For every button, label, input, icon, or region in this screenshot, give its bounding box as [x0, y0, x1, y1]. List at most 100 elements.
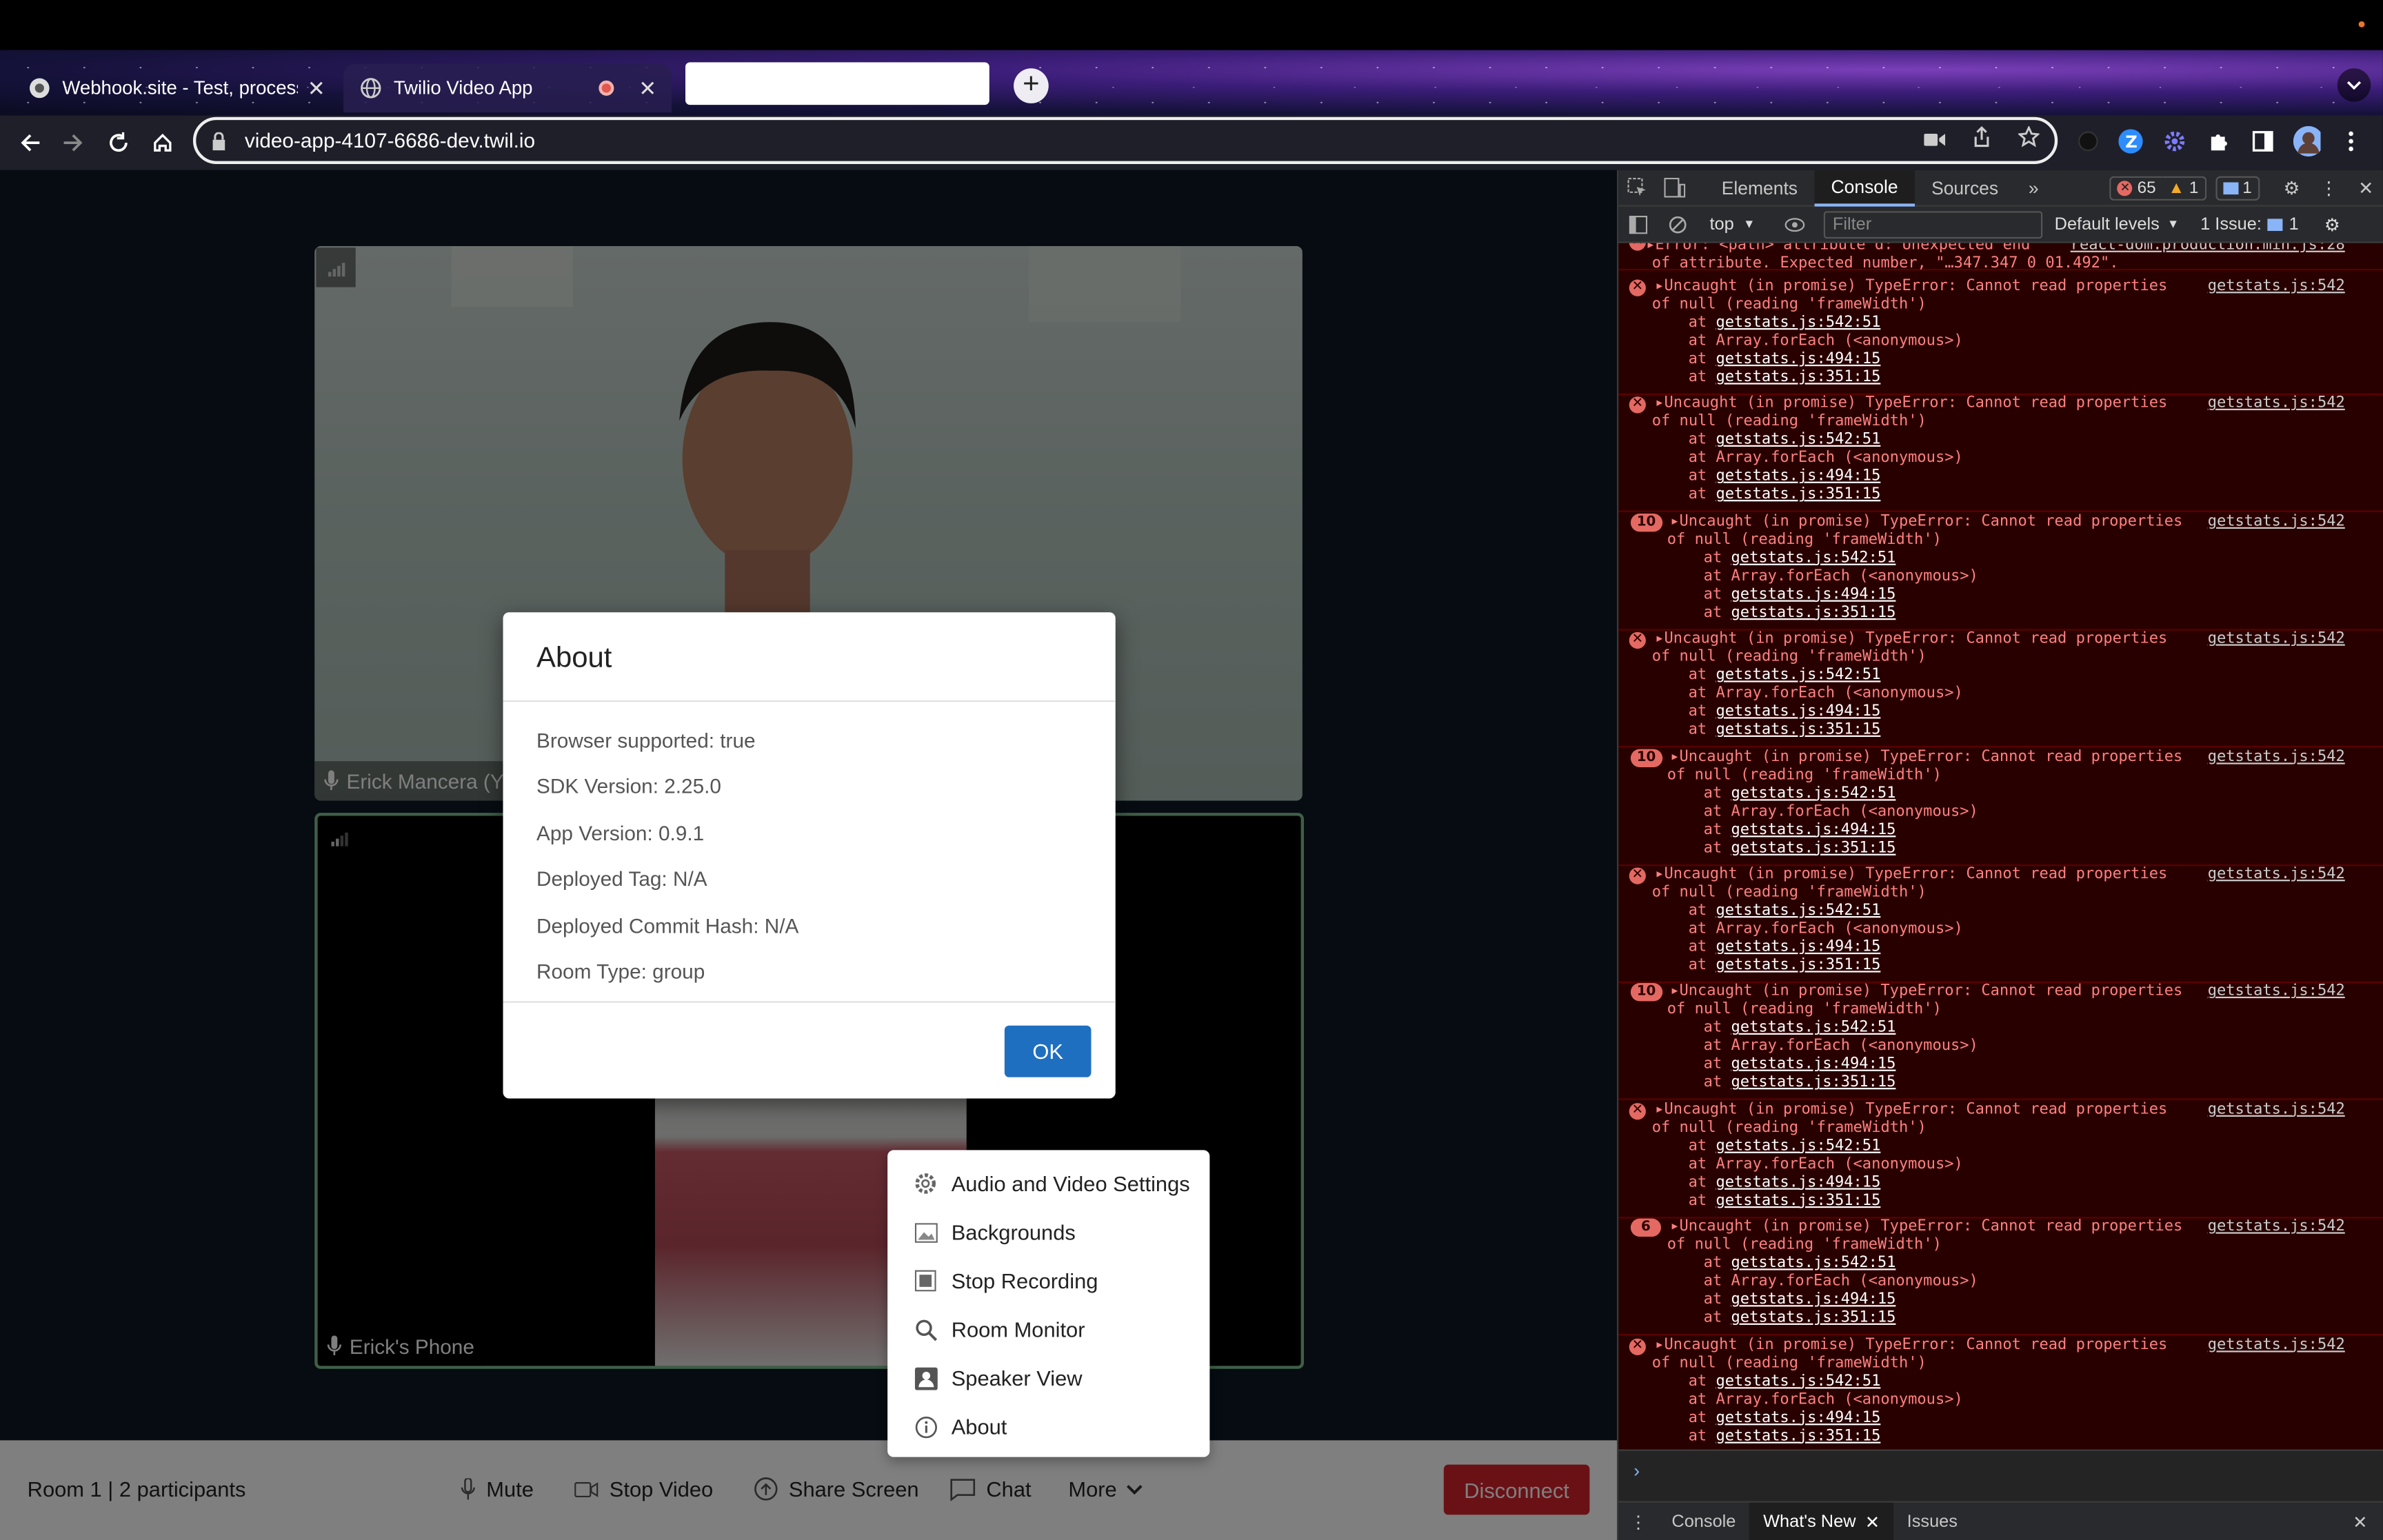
tab-elements[interactable]: Elements: [1705, 170, 1815, 206]
share-icon[interactable]: [1973, 125, 1991, 155]
stack-frame-link[interactable]: getstats.js:494:15: [1731, 1057, 1896, 1073]
source-link[interactable]: react-dom.production.min.js:28: [2071, 243, 2345, 254]
browser-tab-webhook[interactable]: Webhook.site - Test, process a ✕: [12, 64, 341, 113]
menu-item-backgrounds[interactable]: Backgrounds: [887, 1208, 1209, 1257]
menu-item-audio-video-settings[interactable]: Audio and Video Settings: [887, 1159, 1209, 1208]
stack-frame-link[interactable]: getstats.js:494:15: [1716, 704, 1880, 720]
issues-counter[interactable]: 1 Issue: 1: [2200, 215, 2299, 233]
info-count-badge[interactable]: 1: [2215, 175, 2260, 200]
stack-frame-link[interactable]: getstats.js:542:51: [1731, 1255, 1896, 1272]
stack-frame-link[interactable]: getstats.js:351:15: [1731, 840, 1896, 856]
more-tabs-icon[interactable]: »: [2022, 176, 2044, 200]
menu-item-about[interactable]: About: [887, 1402, 1209, 1451]
browser-menu-icon[interactable]: [2337, 128, 2365, 155]
source-link[interactable]: getstats.js:542: [2208, 749, 2345, 765]
expand-arrow-icon[interactable]: ▸: [1670, 749, 1679, 765]
expand-arrow-icon[interactable]: ▸: [1670, 514, 1679, 530]
gear-extension-icon[interactable]: [2161, 128, 2189, 155]
console-error-message[interactable]: ✕ ▸Uncaught (in promise) TypeError: Canno…: [1618, 866, 2383, 983]
source-link[interactable]: getstats.js:542: [2208, 278, 2345, 294]
stack-frame-link[interactable]: getstats.js:351:15: [1731, 1075, 1896, 1091]
stack-frame-link[interactable]: getstats.js:351:15: [1716, 1193, 1880, 1209]
stack-frame-link[interactable]: getstats.js:542:51: [1716, 1373, 1880, 1390]
expand-arrow-icon[interactable]: ▸: [1655, 866, 1664, 882]
reload-button[interactable]: [102, 126, 135, 159]
stack-frame-link[interactable]: getstats.js:351:15: [1716, 722, 1880, 738]
console-error-message[interactable]: 10 ▸Uncaught (in promise) TypeError: Cann…: [1618, 983, 2383, 1101]
stack-frame-link[interactable]: getstats.js:494:15: [1716, 1174, 1880, 1191]
close-tab-icon[interactable]: ✕: [308, 75, 325, 101]
close-tab-icon[interactable]: ✕: [639, 75, 656, 101]
stack-frame-link[interactable]: getstats.js:542:51: [1716, 902, 1880, 919]
clear-console-icon[interactable]: [1666, 212, 1690, 236]
back-button[interactable]: [14, 126, 47, 159]
source-link[interactable]: getstats.js:542: [2208, 514, 2345, 530]
expand-arrow-icon[interactable]: ▸: [1670, 984, 1679, 1000]
stack-frame-link[interactable]: getstats.js:351:15: [1716, 369, 1880, 386]
menu-item-stop-recording[interactable]: Stop Recording: [887, 1257, 1209, 1306]
stack-frame-link[interactable]: getstats.js:494:15: [1731, 821, 1896, 838]
source-link[interactable]: getstats.js:542: [2208, 396, 2345, 412]
stack-frame-link[interactable]: getstats.js:351:15: [1716, 487, 1880, 503]
home-button[interactable]: [146, 126, 179, 159]
stack-frame-link[interactable]: getstats.js:494:15: [1731, 586, 1896, 602]
stack-frame-link[interactable]: getstats.js:542:51: [1731, 1020, 1896, 1037]
stack-frame-link[interactable]: getstats.js:494:15: [1716, 939, 1880, 955]
new-tab-button[interactable]: +: [1014, 68, 1049, 103]
console-error-message[interactable]: ✕ ▸Uncaught (in promise) TypeError: Canno…: [1618, 278, 2383, 396]
tab-console[interactable]: Console: [1814, 169, 1915, 206]
console-error-message[interactable]: ✕ ▸Error: <path> attribute d: Unexpected…: [1618, 243, 2383, 272]
stack-frame-link[interactable]: getstats.js:542:51: [1731, 785, 1896, 802]
avatar[interactable]: [2293, 125, 2321, 157]
sidebar-toggle-icon[interactable]: [1626, 212, 1650, 236]
drawer-tab-console[interactable]: Console: [1658, 1502, 1750, 1540]
menu-item-room-monitor[interactable]: Room Monitor: [887, 1305, 1209, 1354]
drawer-tab-issues[interactable]: Issues: [1893, 1502, 1971, 1540]
camera-icon[interactable]: [1924, 127, 1946, 154]
filter-input[interactable]: Filter: [1823, 210, 2043, 238]
close-devtools-icon[interactable]: ✕: [2355, 176, 2377, 200]
console-error-message[interactable]: ✕ ▸Uncaught (in promise) TypeError: Canno…: [1618, 396, 2383, 513]
source-link[interactable]: getstats.js:542: [2208, 631, 2345, 647]
extension-circle-icon[interactable]: [2074, 128, 2102, 155]
tab-search-button[interactable]: [2337, 68, 2371, 102]
stack-frame-link[interactable]: getstats.js:542:51: [1716, 1137, 1880, 1154]
stack-frame-link[interactable]: getstats.js:494:15: [1731, 1292, 1896, 1308]
inspect-element-icon[interactable]: [1626, 176, 1648, 200]
console-prompt[interactable]: ›: [1618, 1449, 2383, 1501]
stack-frame-link[interactable]: getstats.js:542:51: [1716, 314, 1880, 331]
console-settings-icon[interactable]: ⚙: [2320, 212, 2344, 236]
stack-frame-link[interactable]: getstats.js:494:15: [1716, 1409, 1880, 1426]
stack-frame-link[interactable]: getstats.js:351:15: [1716, 958, 1880, 974]
drawer-tab-whats-new[interactable]: What's New ✕: [1749, 1501, 1893, 1540]
eye-icon[interactable]: [1782, 212, 1807, 236]
lock-icon[interactable]: [211, 130, 229, 151]
menu-item-speaker-view[interactable]: Speaker View: [887, 1354, 1209, 1403]
close-drawer-icon[interactable]: ✕: [2348, 1510, 2372, 1534]
bookmark-star-icon[interactable]: [2017, 125, 2041, 155]
expand-arrow-icon[interactable]: ▸: [1655, 1337, 1664, 1353]
settings-gear-icon[interactable]: ⚙: [2281, 176, 2303, 200]
zoom-extension-icon[interactable]: Z: [2117, 128, 2144, 155]
ok-button[interactable]: OK: [1004, 1025, 1092, 1077]
stack-frame-link[interactable]: getstats.js:542:51: [1716, 667, 1880, 684]
log-levels-select[interactable]: Default levels ▼: [2055, 215, 2180, 233]
console-error-message[interactable]: 6 ▸Uncaught (in promise) TypeError: Canno…: [1618, 1219, 2383, 1336]
drawer-menu-icon[interactable]: ⋮: [1626, 1510, 1650, 1534]
expand-arrow-icon[interactable]: ▸: [1655, 1101, 1664, 1117]
source-link[interactable]: getstats.js:542: [2208, 984, 2345, 1000]
context-select[interactable]: top ▼: [1710, 215, 1756, 233]
expand-arrow-icon[interactable]: ▸: [1655, 631, 1664, 647]
stack-frame-link[interactable]: getstats.js:494:15: [1716, 469, 1880, 485]
console-error-message[interactable]: 10 ▸Uncaught (in promise) TypeError: Cann…: [1618, 748, 2383, 866]
console-error-message[interactable]: ✕ ▸Uncaught (in promise) TypeError: Canno…: [1618, 1101, 2383, 1219]
tab-sources[interactable]: Sources: [1915, 170, 2015, 206]
devtools-menu-icon[interactable]: ⋮: [2317, 176, 2340, 200]
stack-frame-link[interactable]: getstats.js:351:15: [1731, 1310, 1896, 1326]
console-error-message[interactable]: ✕ ▸Uncaught (in promise) TypeError: Canno…: [1618, 631, 2383, 748]
expand-arrow-icon[interactable]: ▸: [1655, 396, 1664, 412]
extensions-puzzle-icon[interactable]: [2205, 128, 2233, 155]
close-tab-icon[interactable]: ✕: [1865, 1511, 1880, 1532]
source-link[interactable]: getstats.js:542: [2208, 1219, 2345, 1235]
error-warning-counts[interactable]: ✕ 65 ▲ 1: [2109, 175, 2206, 200]
